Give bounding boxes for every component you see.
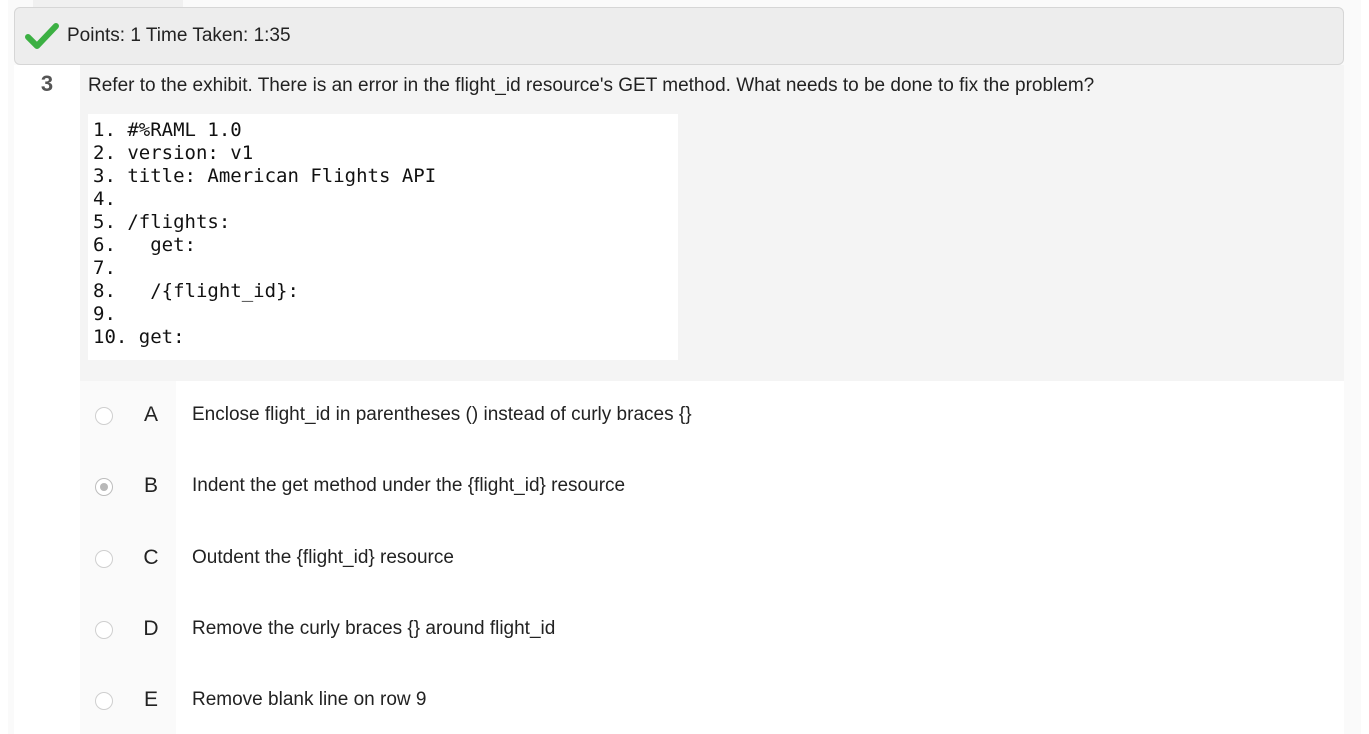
- checkmark-icon: [25, 21, 59, 51]
- code-line: 1. #%RAML 1.0: [93, 119, 242, 141]
- code-line: 5. /flights:: [93, 211, 231, 233]
- code-line: 9.: [93, 303, 116, 325]
- code-line: 3. title: American Flights API: [93, 165, 437, 187]
- option-text: Outdent the {flight_id} resource: [192, 547, 454, 568]
- answer-option-c[interactable]: C Outdent the {flight_id} resource: [80, 538, 1344, 578]
- code-line: 6. get:: [93, 234, 196, 256]
- answer-option-e[interactable]: E Remove blank line on row 9: [80, 680, 1344, 720]
- option-letter: D: [143, 617, 159, 640]
- exhibit-code-image: 1. #%RAML 1.0 2. version: v1 3. title: A…: [88, 114, 678, 360]
- code-line: 10. get:: [93, 326, 185, 348]
- radio-button-d[interactable]: [95, 621, 113, 639]
- code-line: 2. version: v1: [93, 142, 254, 164]
- radio-button-b[interactable]: [95, 478, 113, 496]
- question-stem: Refer to the exhibit. There is an error …: [80, 65, 1344, 381]
- radio-button-a[interactable]: [95, 407, 113, 425]
- option-letter: A: [143, 403, 158, 426]
- answer-options: A Enclose flight_id in parentheses () in…: [80, 381, 1344, 734]
- code-line: 7.: [93, 257, 116, 279]
- answer-option-b[interactable]: B Indent the get method under the {fligh…: [80, 466, 1344, 506]
- code-line: 4.: [93, 188, 116, 210]
- radio-button-e[interactable]: [95, 692, 113, 710]
- answer-option-d[interactable]: D Remove the curly braces {} around flig…: [80, 609, 1344, 649]
- question-block: 3 Refer to the exhibit. There is an erro…: [14, 65, 1344, 734]
- code-line: 8. /{flight_id}:: [93, 280, 299, 302]
- option-text: Remove blank line on row 9: [192, 689, 427, 710]
- question-text: Refer to the exhibit. There is an error …: [88, 75, 1095, 96]
- result-bar: Points: 1 Time Taken: 1:35: [14, 7, 1344, 65]
- answer-option-a[interactable]: A Enclose flight_id in parentheses () in…: [80, 395, 1344, 435]
- previous-question-edge: [33, 0, 183, 7]
- question-number: 3: [40, 71, 54, 96]
- points-time-label: Points: 1 Time Taken: 1:35: [67, 25, 291, 46]
- option-text: Remove the curly braces {} around flight…: [192, 618, 556, 639]
- option-text: Indent the get method under the {flight_…: [192, 475, 626, 496]
- option-letter: E: [143, 688, 158, 711]
- quiz-review-page: Points: 1 Time Taken: 1:35 3 Refer to th…: [8, 0, 1361, 734]
- option-text: Enclose flight_id in parentheses () inst…: [192, 404, 692, 425]
- option-letter: B: [143, 474, 158, 497]
- radio-button-c[interactable]: [95, 550, 113, 568]
- option-letter: C: [143, 546, 159, 569]
